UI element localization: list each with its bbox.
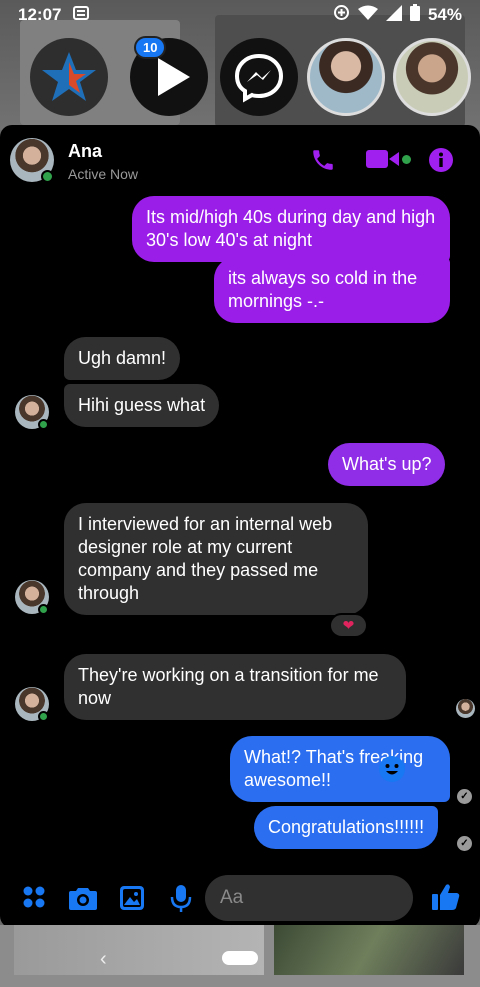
emoji-icon[interactable] [378, 755, 406, 788]
online-indicator [38, 711, 49, 722]
message-input-container [205, 875, 413, 921]
message-input[interactable] [220, 887, 370, 909]
home-nav-button[interactable] [222, 951, 258, 965]
menu-grid-icon[interactable] [22, 885, 46, 914]
background-photo [274, 925, 464, 975]
clock: 12:07 [18, 5, 62, 24]
chat-head-ana[interactable] [307, 38, 385, 116]
message-outgoing[interactable]: Congratulations!!!!!! [254, 806, 439, 849]
message-outgoing[interactable]: its always so cold in the mornings -.- [214, 257, 450, 323]
wifi-icon [357, 5, 378, 26]
background-photo [14, 925, 264, 975]
online-indicator [41, 170, 54, 183]
signal-icon [385, 4, 402, 26]
online-indicator [38, 419, 49, 430]
battery-percent: 54% [427, 5, 462, 24]
composer [0, 870, 480, 928]
chat-panel: Ana Active Now Its mid/high 40s during d… [0, 125, 480, 928]
seen-avatar [456, 699, 475, 718]
microphone-icon[interactable] [170, 885, 192, 918]
back-nav-icon[interactable]: ‹ [100, 948, 107, 971]
message-outgoing[interactable]: What!? That's freaking awesome!! [230, 736, 450, 802]
battery-icon [409, 4, 420, 26]
online-indicator [38, 604, 49, 615]
contact-name[interactable]: Ana [68, 141, 102, 162]
message-incoming[interactable]: I interviewed for an internal web design… [64, 503, 368, 615]
notification-icon [73, 5, 90, 25]
delivered-check-icon: ✓ [457, 836, 472, 851]
video-icon[interactable] [366, 147, 400, 176]
delivered-check-icon: ✓ [457, 789, 472, 804]
message-outgoing[interactable]: Its mid/high 40s during day and high 30'… [132, 196, 450, 262]
chat-head-messenger[interactable] [220, 38, 298, 116]
phone-icon[interactable] [310, 147, 336, 178]
chat-head-ana-active[interactable] [393, 38, 471, 116]
status-bar: 12:07 54% [0, 0, 480, 30]
star-logo-icon [42, 52, 96, 101]
camera-icon[interactable] [69, 885, 97, 916]
chat-header: Ana Active Now [0, 125, 480, 195]
unread-badge: 10 [134, 36, 167, 59]
info-icon[interactable] [428, 147, 454, 178]
thumbs-up-icon[interactable] [431, 882, 461, 917]
messenger-icon [234, 53, 284, 103]
message-incoming[interactable]: Ugh damn! [64, 337, 181, 380]
message-incoming[interactable]: Hihi guess what [64, 384, 220, 427]
heart-reaction[interactable]: ❤ [329, 613, 368, 638]
chat-head-app[interactable] [30, 38, 108, 116]
message-outgoing[interactable]: What's up? [328, 443, 446, 486]
contact-status: Active Now [68, 166, 139, 182]
data-saver-icon [333, 4, 350, 26]
message-incoming[interactable]: They're working on a transition for me n… [64, 654, 406, 720]
video-active-dot [402, 155, 411, 164]
gallery-icon[interactable] [119, 885, 145, 916]
